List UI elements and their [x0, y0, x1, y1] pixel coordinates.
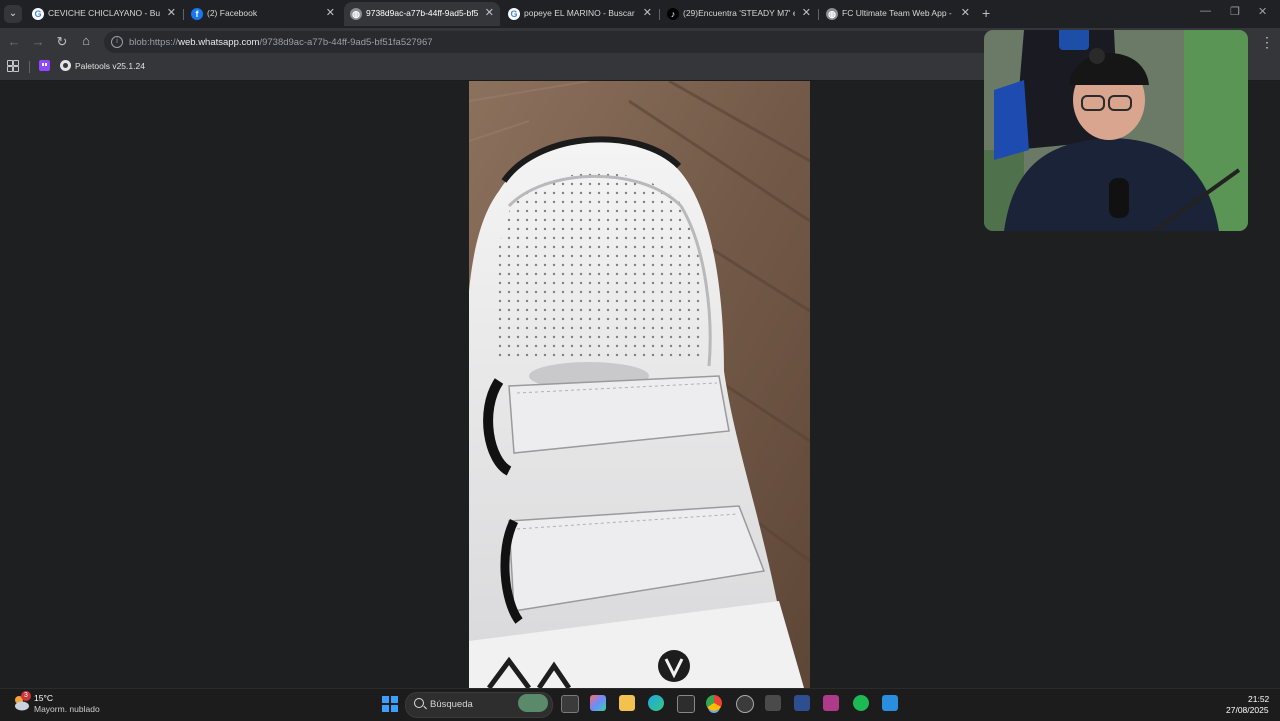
tiktok-icon: ♪	[667, 8, 679, 20]
google-icon: G	[32, 8, 44, 20]
google-icon: G	[508, 8, 520, 20]
tab-title: (2) Facebook	[207, 8, 258, 18]
minimize-icon[interactable]: —	[1200, 5, 1211, 17]
weather-temperature[interactable]: 15°C	[34, 693, 53, 703]
weather-badge: 3	[21, 691, 31, 701]
webcam-overlay	[984, 30, 1248, 231]
tab-title: popeye EL MARINO - Buscar co	[524, 8, 636, 18]
search-highlight-icon[interactable]	[518, 694, 548, 712]
maximize-icon[interactable]: ❐	[1230, 5, 1240, 18]
home-icon[interactable]: ⌂	[78, 33, 94, 48]
close-icon[interactable]: ✕	[326, 6, 335, 19]
chrome-icon[interactable]	[706, 695, 722, 711]
url-host: web.whatsapp.com	[178, 37, 260, 48]
weather-cloudy-icon[interactable]: 3	[12, 691, 31, 712]
close-icon[interactable]: ✕	[961, 6, 970, 19]
apps-grid-icon[interactable]	[7, 60, 19, 72]
paint-app-icon[interactable]	[882, 695, 898, 711]
close-icon[interactable]: ✕	[643, 6, 652, 19]
tab-popeye[interactable]: G popeye EL MARINO - Buscar co ✕	[502, 2, 658, 26]
weather-description[interactable]: Mayorm. nublado	[34, 704, 100, 714]
close-icon[interactable]: ✕	[485, 6, 494, 19]
webcam-drawing	[984, 30, 1248, 231]
shoe-photo-drawing	[469, 81, 810, 688]
close-icon[interactable]: ✕	[802, 6, 811, 19]
edge-icon[interactable]	[648, 695, 664, 711]
shoe-photo[interactable]	[469, 81, 810, 688]
window-close-icon[interactable]: ✕	[1258, 5, 1267, 18]
tab-separator	[659, 9, 660, 20]
streaming-app-icon[interactable]	[823, 695, 839, 711]
tab-separator	[183, 9, 184, 20]
paletools-icon[interactable]	[60, 60, 71, 71]
magnifier-tool-icon[interactable]	[794, 695, 810, 711]
tab-fc-ultimate-team[interactable]: ◍ FC Ultimate Team Web App - E ✕	[820, 2, 976, 26]
tab-title: 9738d9ac-a77b-44ff-9ad5-bf51	[366, 8, 478, 18]
tab-title: FC Ultimate Team Web App - E	[842, 8, 954, 18]
store-icon[interactable]	[677, 695, 695, 713]
tab-ceviche[interactable]: G CEVICHE CHICLAYANO - Buscar ✕	[26, 2, 182, 26]
tab-facebook[interactable]: f (2) Facebook ✕	[185, 2, 341, 26]
omnibox-url[interactable]: blob:https://web.whatsapp.com/9738d9ac-a…	[129, 37, 433, 48]
windows-start-icon[interactable]	[382, 696, 398, 712]
spotify-icon[interactable]	[853, 695, 869, 711]
tab-tiktok[interactable]: ♪ (29)Encuentra 'STEADY M7' en ✕	[661, 2, 817, 26]
tab-title: CEVICHE CHICLAYANO - Buscar	[48, 8, 160, 18]
task-view-icon[interactable]	[561, 695, 579, 713]
file-explorer-icon[interactable]	[619, 695, 635, 711]
taskbar-search-placeholder: Búsqueda	[430, 699, 473, 710]
bookmark-paletools[interactable]: Paletools v25.1.24	[75, 61, 145, 71]
copilot-icon[interactable]	[590, 695, 606, 711]
globe-icon: ◍	[826, 8, 838, 20]
site-info-icon[interactable]: i	[111, 36, 123, 48]
tab-blob-image[interactable]: ◍ 9738d9ac-a77b-44ff-9ad5-bf51 ✕	[344, 2, 500, 26]
windows-taskbar	[0, 688, 1280, 721]
obs-icon[interactable]	[736, 695, 754, 713]
tab-separator	[818, 9, 819, 20]
globe-icon: ◍	[350, 8, 362, 20]
facebook-icon: f	[191, 8, 203, 20]
new-tab-button[interactable]: +	[982, 5, 990, 21]
back-arrow-icon[interactable]: ←	[6, 34, 22, 49]
clock-time[interactable]: 21:52	[1248, 694, 1269, 704]
url-scheme: blob:https://	[129, 37, 179, 48]
app-window-icon[interactable]	[765, 695, 781, 711]
clock-date[interactable]: 27/08/2025	[1226, 705, 1269, 715]
reload-icon[interactable]: ↻	[54, 34, 70, 50]
close-icon[interactable]: ✕	[167, 6, 176, 19]
more-menu-icon[interactable]: ⋮	[1260, 34, 1274, 51]
forward-arrow-icon[interactable]: →	[30, 34, 46, 49]
tab-search-chevron-icon[interactable]: ⌄	[4, 5, 22, 23]
twitch-icon[interactable]	[39, 60, 50, 71]
search-icon	[414, 698, 424, 708]
bookmark-divider	[29, 61, 30, 73]
url-path: /9738d9ac-a77b-44ff-9ad5-bf51fa527967	[259, 37, 433, 48]
tab-title: (29)Encuentra 'STEADY M7' en	[683, 8, 795, 18]
